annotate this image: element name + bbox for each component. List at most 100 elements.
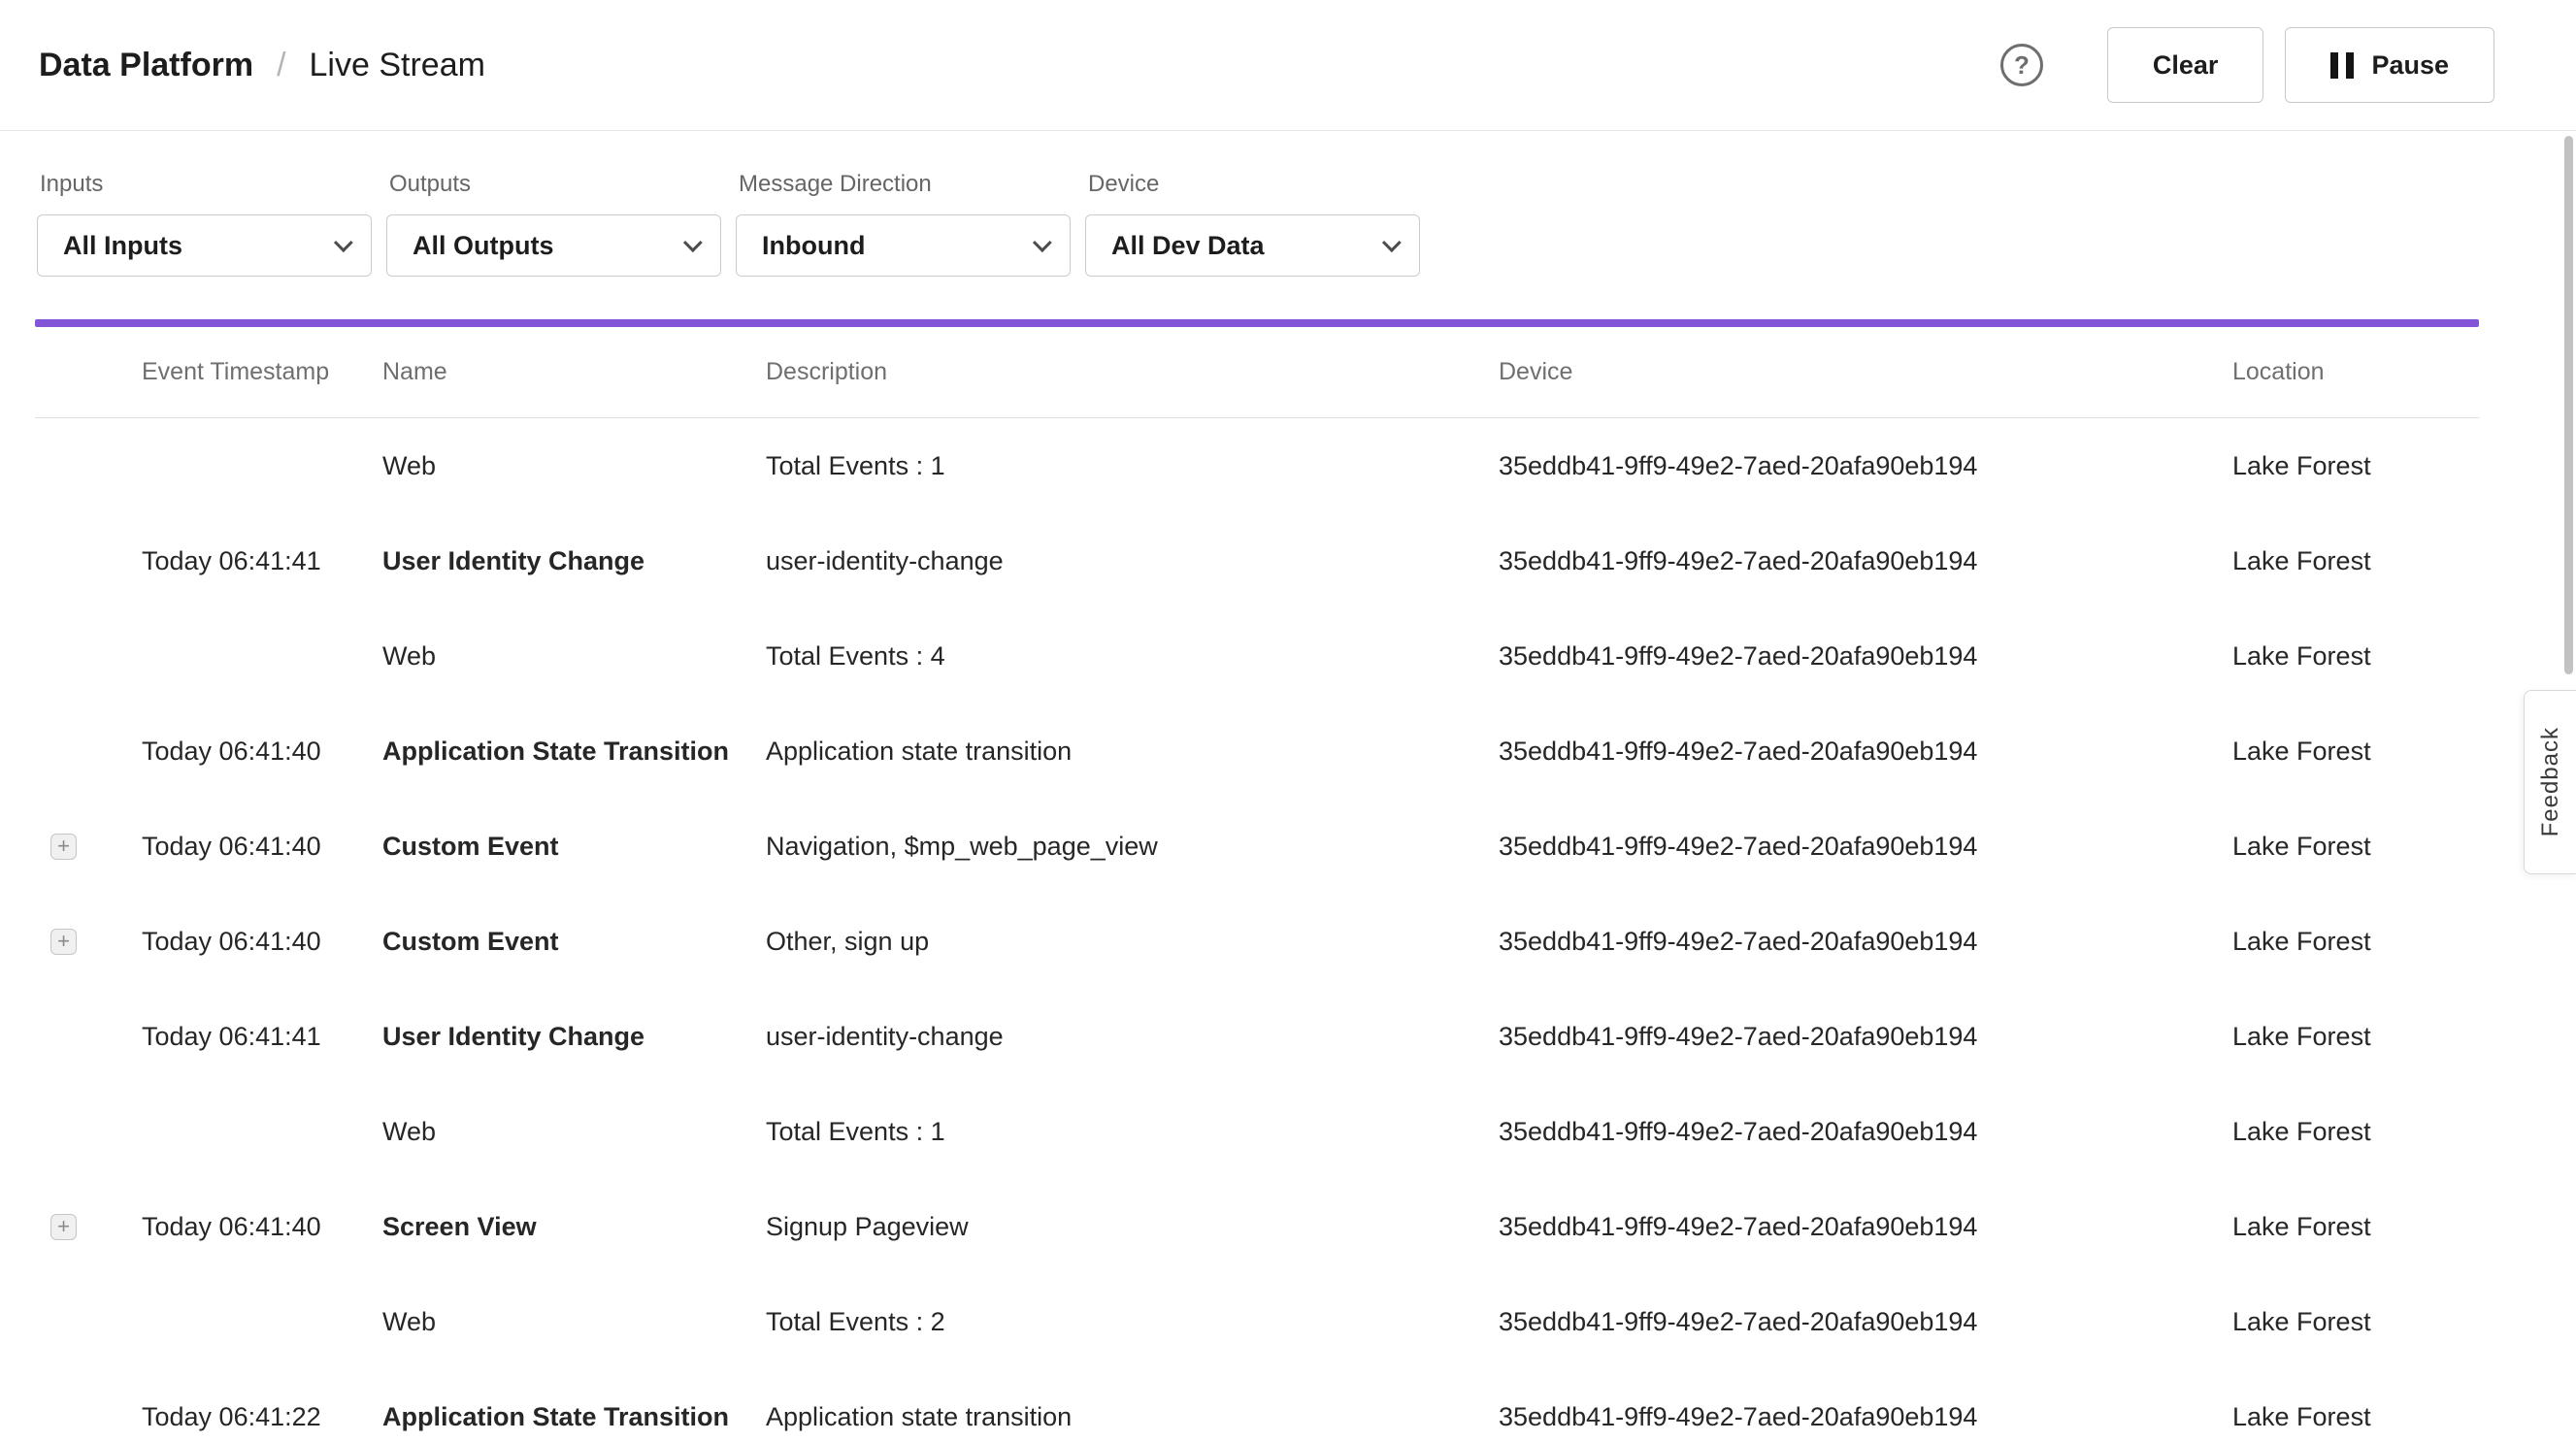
row-expand-button[interactable]: + [50, 834, 77, 860]
clear-button[interactable]: Clear [2107, 27, 2264, 103]
row-name: User Identity Change [382, 1022, 766, 1052]
row-device: 35eddb41-9ff9-49e2-7aed-20afa90eb194 [1499, 1117, 2232, 1147]
row-name: Custom Event [382, 832, 766, 862]
chevron-down-icon [1033, 233, 1052, 252]
row-device: 35eddb41-9ff9-49e2-7aed-20afa90eb194 [1499, 451, 2232, 481]
table-row[interactable]: + Web Total Events : 1 35eddb41-9ff9-49e… [35, 1084, 2479, 1179]
table-row[interactable]: + Today 06:41:41 User Identity Change us… [35, 513, 2479, 608]
feedback-tab-label: Feedback [2537, 727, 2564, 836]
row-timestamp: Today 06:41:40 [142, 832, 382, 862]
breadcrumb: Data Platform / Live Stream [39, 47, 485, 84]
column-header-name: Name [382, 358, 766, 386]
chevron-down-icon [334, 233, 353, 252]
row-description: Total Events : 2 [766, 1307, 1499, 1337]
filter-inputs-label: Inputs [40, 170, 372, 199]
stream-progress-bar [35, 319, 2479, 327]
row-name: Application State Transition [382, 1402, 766, 1432]
row-device: 35eddb41-9ff9-49e2-7aed-20afa90eb194 [1499, 737, 2232, 767]
row-name: Web [382, 1117, 766, 1147]
filter-device-label: Device [1088, 170, 1420, 199]
row-description: Total Events : 4 [766, 641, 1499, 672]
pause-button[interactable]: Pause [2285, 27, 2494, 103]
row-timestamp: Today 06:41:41 [142, 1022, 382, 1052]
page-title: Live Stream [310, 47, 485, 84]
row-description: Navigation, $mp_web_page_view [766, 832, 1499, 862]
table-row[interactable]: + Web Total Events : 4 35eddb41-9ff9-49e… [35, 608, 2479, 704]
row-device: 35eddb41-9ff9-49e2-7aed-20afa90eb194 [1499, 1212, 2232, 1242]
row-device: 35eddb41-9ff9-49e2-7aed-20afa90eb194 [1499, 641, 2232, 672]
row-name: Screen View [382, 1212, 766, 1242]
pause-button-label: Pause [2371, 50, 2449, 81]
row-location: Lake Forest [2232, 451, 2479, 481]
row-description: Other, sign up [766, 927, 1499, 957]
table-row[interactable]: + Web Total Events : 2 35eddb41-9ff9-49e… [35, 1274, 2479, 1369]
table-row[interactable]: + Today 06:41:40 Screen View Signup Page… [35, 1179, 2479, 1274]
outputs-select-value: All Outputs [413, 231, 553, 261]
event-table: Event Timestamp Name Description Device … [35, 327, 2479, 1442]
column-header-description: Description [766, 358, 1499, 386]
row-device: 35eddb41-9ff9-49e2-7aed-20afa90eb194 [1499, 1307, 2232, 1337]
row-location: Lake Forest [2232, 1402, 2479, 1432]
table-row[interactable]: + Today 06:41:40 Custom Event Navigation… [35, 799, 2479, 894]
row-description: Total Events : 1 [766, 1117, 1499, 1147]
device-select[interactable]: All Dev Data [1085, 214, 1420, 277]
scrollbar-thumb[interactable] [2564, 136, 2573, 674]
header-actions: ? Clear Pause [2000, 27, 2494, 103]
breadcrumb-app[interactable]: Data Platform [39, 47, 253, 84]
column-header-event-timestamp: Event Timestamp [142, 358, 382, 386]
plus-icon: + [57, 836, 70, 857]
chevron-down-icon [1382, 233, 1402, 252]
event-table-body: + Web Total Events : 1 35eddb41-9ff9-49e… [35, 418, 2479, 1442]
row-timestamp: Today 06:41:40 [142, 927, 382, 957]
row-device: 35eddb41-9ff9-49e2-7aed-20afa90eb194 [1499, 1402, 2232, 1432]
row-location: Lake Forest [2232, 546, 2479, 576]
row-description: user-identity-change [766, 1022, 1499, 1052]
column-header-location: Location [2232, 358, 2479, 386]
row-description: Application state transition [766, 1402, 1499, 1432]
filter-device: Device All Dev Data [1085, 170, 1420, 277]
table-row[interactable]: + Today 06:41:40 Custom Event Other, sig… [35, 894, 2479, 989]
row-name: User Identity Change [382, 546, 766, 576]
help-icon[interactable]: ? [2000, 44, 2043, 86]
row-description: user-identity-change [766, 546, 1499, 576]
feedback-tab[interactable]: Feedback [2524, 690, 2576, 874]
filter-inputs: Inputs All Inputs [37, 170, 372, 277]
row-expand-button[interactable]: + [50, 1214, 77, 1240]
row-name: Web [382, 1307, 766, 1337]
table-row[interactable]: + Today 06:41:40 Application State Trans… [35, 704, 2479, 799]
row-description: Signup Pageview [766, 1212, 1499, 1242]
row-device: 35eddb41-9ff9-49e2-7aed-20afa90eb194 [1499, 1022, 2232, 1052]
outputs-select[interactable]: All Outputs [386, 214, 721, 277]
inputs-select[interactable]: All Inputs [37, 214, 372, 277]
device-select-value: All Dev Data [1111, 231, 1265, 261]
row-timestamp: Today 06:41:41 [142, 546, 382, 576]
row-location: Lake Forest [2232, 1022, 2479, 1052]
row-description: Application state transition [766, 737, 1499, 767]
filter-outputs: Outputs All Outputs [386, 170, 721, 277]
row-location: Lake Forest [2232, 737, 2479, 767]
row-expand-button[interactable]: + [50, 929, 77, 955]
filter-bar: Inputs All Inputs Outputs All Outputs Me… [0, 131, 2576, 277]
row-location: Lake Forest [2232, 1117, 2479, 1147]
table-row[interactable]: + Today 06:41:22 Application State Trans… [35, 1369, 2479, 1442]
plus-icon: + [57, 1216, 70, 1237]
plus-icon: + [57, 931, 70, 952]
row-location: Lake Forest [2232, 927, 2479, 957]
row-location: Lake Forest [2232, 1307, 2479, 1337]
row-name: Application State Transition [382, 737, 766, 767]
row-timestamp: Today 06:41:40 [142, 1212, 382, 1242]
table-row[interactable]: + Web Total Events : 1 35eddb41-9ff9-49e… [35, 418, 2479, 513]
row-location: Lake Forest [2232, 641, 2479, 672]
inputs-select-value: All Inputs [63, 231, 182, 261]
row-device: 35eddb41-9ff9-49e2-7aed-20afa90eb194 [1499, 546, 2232, 576]
filter-message-direction: Message Direction Inbound [736, 170, 1071, 277]
row-timestamp: Today 06:41:22 [142, 1402, 382, 1432]
column-header-device: Device [1499, 358, 2232, 386]
table-row[interactable]: + Today 06:41:41 User Identity Change us… [35, 989, 2479, 1084]
row-location: Lake Forest [2232, 1212, 2479, 1242]
table-header-row: Event Timestamp Name Description Device … [35, 327, 2479, 418]
message-direction-select[interactable]: Inbound [736, 214, 1071, 277]
row-location: Lake Forest [2232, 832, 2479, 862]
message-direction-select-value: Inbound [762, 231, 865, 261]
row-device: 35eddb41-9ff9-49e2-7aed-20afa90eb194 [1499, 832, 2232, 862]
